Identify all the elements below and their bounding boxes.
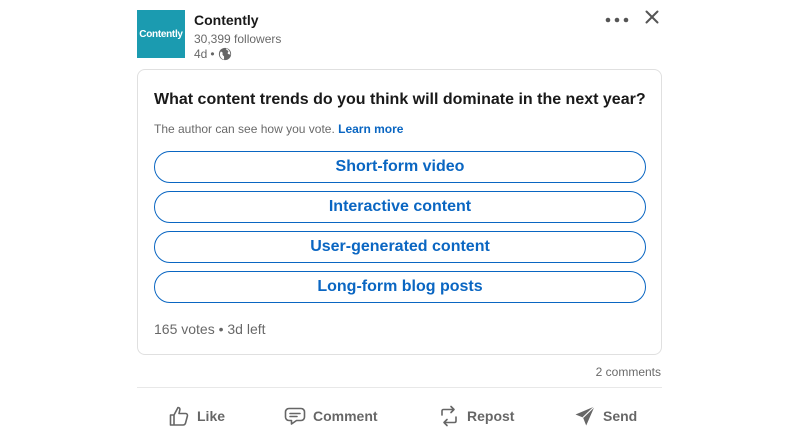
- actions-divider: [137, 387, 662, 388]
- send-button[interactable]: Send: [573, 398, 637, 433]
- dismiss-post-button[interactable]: [642, 10, 662, 28]
- poll-privacy-note: The author can see how you vote. Learn m…: [154, 122, 403, 136]
- more-options-button[interactable]: [603, 10, 631, 28]
- comment-button[interactable]: Comment: [283, 398, 378, 433]
- poll-option-long-form-blog-posts[interactable]: Long-form blog posts: [154, 271, 646, 303]
- send-icon: [573, 404, 597, 428]
- poll-option-user-generated-content[interactable]: User-generated content: [154, 231, 646, 263]
- social-actions-bar: Like Comment Repost Send: [137, 398, 662, 433]
- poll-summary: 165 votes • 3d left: [154, 321, 266, 337]
- like-button[interactable]: Like: [167, 398, 225, 433]
- poll-card: What content trends do you think will do…: [137, 69, 662, 355]
- poll-option-interactive-content[interactable]: Interactive content: [154, 191, 646, 223]
- send-label: Send: [603, 408, 638, 424]
- author-name[interactable]: Contently: [194, 12, 259, 28]
- comment-label: Comment: [313, 408, 378, 424]
- poll-note-text: The author can see how you vote.: [154, 122, 335, 136]
- comment-icon: [283, 404, 307, 428]
- globe-icon: [218, 47, 232, 61]
- comments-count-link[interactable]: 2 comments: [596, 365, 661, 379]
- post-meta: 4d •: [194, 47, 232, 61]
- meta-separator: •: [210, 47, 215, 61]
- follower-count: 30,399 followers: [194, 32, 282, 46]
- repost-button[interactable]: Repost: [437, 398, 514, 433]
- poll-option-short-form-video[interactable]: Short-form video: [154, 151, 646, 183]
- post-age: 4d: [194, 47, 208, 61]
- poll-question: What content trends do you think will do…: [154, 91, 646, 108]
- company-logo[interactable]: Contently: [137, 10, 185, 58]
- feed-post: Contently Contently 30,399 followers 4d …: [137, 0, 662, 433]
- like-icon: [167, 404, 191, 428]
- repost-icon: [437, 404, 461, 428]
- logo-text: Contently: [139, 28, 183, 40]
- like-label: Like: [197, 408, 226, 424]
- more-icon: [605, 10, 629, 28]
- learn-more-link[interactable]: Learn more: [338, 122, 403, 136]
- post-header: Contently Contently 30,399 followers 4d …: [137, 10, 662, 62]
- repost-label: Repost: [467, 408, 515, 424]
- close-icon: [645, 10, 659, 29]
